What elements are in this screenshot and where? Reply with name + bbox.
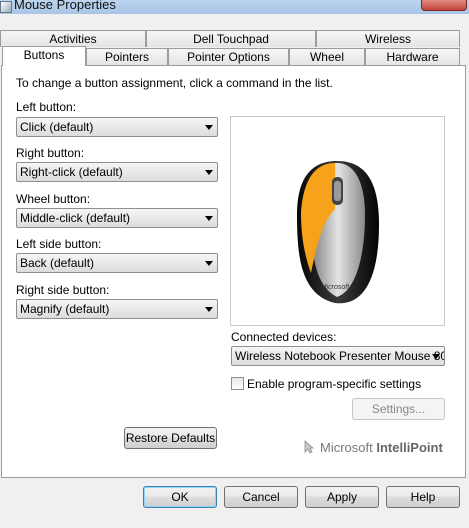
instructions-text: To change a button assignment, click a c… (16, 76, 333, 90)
right-side-button-value: Magnify (default) (20, 302, 110, 316)
title-bar: Mouse Properties (0, 0, 469, 14)
brand-name: IntelliPoint (376, 440, 443, 455)
left-side-button-value: Back (default) (20, 256, 95, 270)
program-specific-checkbox[interactable] (231, 377, 244, 390)
chevron-down-icon (432, 354, 440, 359)
connected-devices-dropdown[interactable]: Wireless Notebook Presenter Mouse 800 (231, 346, 445, 366)
help-button[interactable]: Help (386, 486, 460, 508)
cursor-icon (304, 440, 314, 454)
settings-button[interactable]: Settings... (352, 398, 445, 420)
right-button-label: Right button: (16, 146, 85, 160)
chevron-down-icon (205, 261, 213, 266)
tab-buttons[interactable]: Buttons (2, 46, 86, 66)
left-button-label: Left button: (16, 100, 77, 114)
brand-prefix: Microsoft (320, 440, 373, 455)
right-button-value: Right-click (default) (20, 165, 123, 179)
tab-activities[interactable]: Activities (0, 30, 146, 47)
apply-button[interactable]: Apply (305, 486, 379, 508)
restore-defaults-button[interactable]: Restore Defaults (124, 427, 217, 449)
left-button-dropdown[interactable]: Click (default) (16, 117, 218, 137)
wheel-button-value: Middle-click (default) (20, 211, 131, 225)
mouse-preview: Microsoft (230, 116, 445, 326)
program-specific-label[interactable]: Enable program-specific settings (247, 377, 421, 391)
tab-dell-touchpad[interactable]: Dell Touchpad (146, 30, 316, 47)
chevron-down-icon (205, 125, 213, 130)
tab-wireless[interactable]: Wireless (316, 30, 460, 47)
mouse-properties-icon (0, 1, 12, 13)
mouse-logo: Microsoft (321, 284, 350, 291)
left-button-value: Click (default) (20, 120, 94, 134)
cancel-button[interactable]: Cancel (224, 486, 298, 508)
wheel-button-label: Wheel button: (16, 192, 91, 206)
chevron-down-icon (205, 170, 213, 175)
wheel-button-dropdown[interactable]: Middle-click (default) (16, 208, 218, 228)
tab-wheel[interactable]: Wheel (289, 48, 365, 65)
right-side-button-label: Right side button: (16, 283, 110, 297)
close-button[interactable] (421, 0, 467, 11)
chevron-down-icon (205, 307, 213, 312)
tab-pointer-options[interactable]: Pointer Options (168, 48, 289, 65)
left-side-button-dropdown[interactable]: Back (default) (16, 253, 218, 273)
right-side-button-dropdown[interactable]: Magnify (default) (16, 299, 218, 319)
ok-button[interactable]: OK (143, 486, 217, 508)
connected-devices-label: Connected devices: (231, 330, 337, 344)
right-button-dropdown[interactable]: Right-click (default) (16, 162, 218, 182)
tab-pointers[interactable]: Pointers (86, 48, 168, 65)
chevron-down-icon (205, 216, 213, 221)
brand-logo: Microsoft IntelliPoint (320, 440, 443, 455)
window-title: Mouse Properties (14, 0, 116, 12)
mouse-image: Microsoft (297, 161, 379, 304)
connected-device-value: Wireless Notebook Presenter Mouse 800 (235, 349, 445, 363)
left-side-button-label: Left side button: (16, 237, 102, 251)
tab-hardware[interactable]: Hardware (365, 48, 460, 65)
